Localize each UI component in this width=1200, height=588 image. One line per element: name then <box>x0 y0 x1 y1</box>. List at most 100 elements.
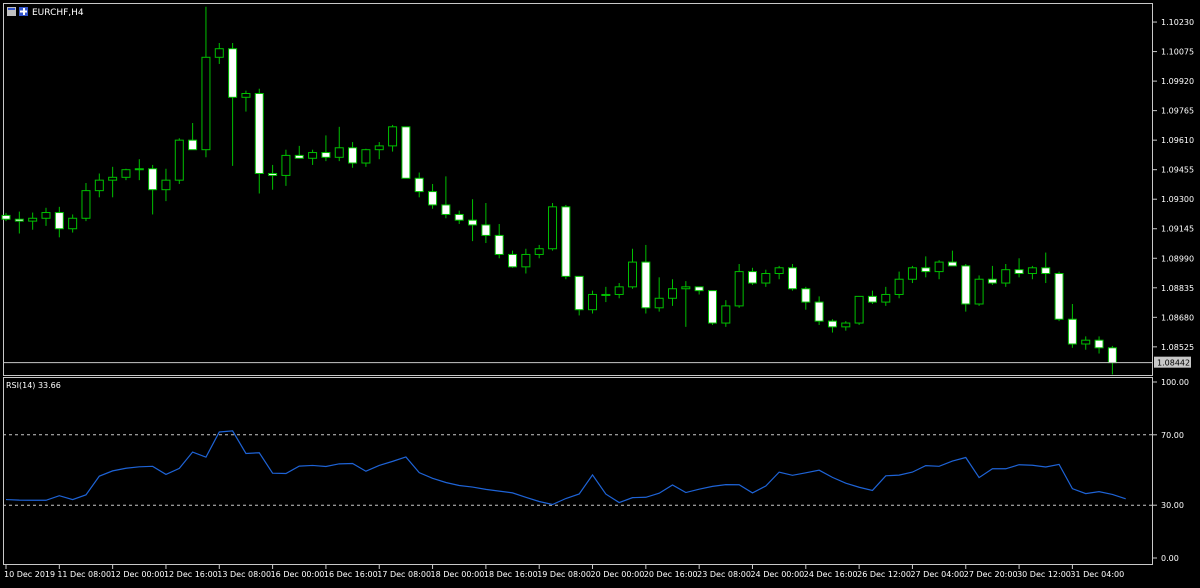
candle[interactable] <box>361 148 371 167</box>
candle[interactable] <box>188 123 198 151</box>
candle[interactable] <box>148 164 158 215</box>
candle[interactable] <box>294 145 304 159</box>
candle[interactable] <box>1067 303 1077 348</box>
candle[interactable] <box>1001 263 1011 287</box>
candle[interactable] <box>668 279 677 306</box>
candle[interactable] <box>508 250 518 268</box>
candle[interactable] <box>81 183 91 222</box>
price-tick-label: 1.08525 <box>1161 343 1194 352</box>
candle[interactable] <box>574 275 584 316</box>
candle[interactable] <box>54 206 64 238</box>
candle[interactable] <box>548 203 558 251</box>
candle[interactable] <box>254 88 264 194</box>
symbol-header[interactable]: EURCHF,H4 <box>7 7 84 18</box>
candle-body-bull <box>588 293 598 311</box>
time-tick-label: 27 Dec 04:00 <box>910 570 964 579</box>
candle[interactable] <box>1094 336 1104 354</box>
price-tick-label: 1.10230 <box>1161 18 1194 27</box>
candle[interactable] <box>987 265 997 285</box>
candle[interactable] <box>601 286 611 303</box>
candle[interactable] <box>1107 345 1117 375</box>
candle[interactable] <box>214 43 224 64</box>
candle[interactable] <box>561 204 571 280</box>
candle[interactable] <box>628 248 638 289</box>
candle[interactable] <box>1054 271 1064 322</box>
candle[interactable] <box>348 142 358 168</box>
candle[interactable] <box>494 223 504 259</box>
candle[interactable] <box>774 265 784 280</box>
candle[interactable] <box>401 126 411 179</box>
candle[interactable] <box>268 164 278 190</box>
candle[interactable] <box>228 43 238 166</box>
candle[interactable] <box>428 183 438 209</box>
candle-body-bear <box>441 204 451 215</box>
candle[interactable] <box>787 263 797 291</box>
candle[interactable] <box>134 159 144 181</box>
candle[interactable] <box>907 265 917 284</box>
candle[interactable] <box>454 210 464 224</box>
candle[interactable] <box>521 248 531 274</box>
chart-canvas[interactable]: 1.10230 1.10075 1.09920 1.09765 1.09610 1.094… <box>0 0 1200 584</box>
candle[interactable] <box>388 124 398 152</box>
candle[interactable] <box>321 135 331 162</box>
candle[interactable] <box>241 90 251 112</box>
candle[interactable] <box>921 256 931 278</box>
candle[interactable] <box>94 173 104 198</box>
candle[interactable] <box>161 168 171 202</box>
candle[interactable] <box>881 286 891 306</box>
candle[interactable] <box>68 214 78 233</box>
candle[interactable] <box>761 269 771 287</box>
candle[interactable] <box>374 142 384 160</box>
candle[interactable] <box>121 168 131 181</box>
candle[interactable] <box>681 281 691 327</box>
candle[interactable] <box>414 172 424 198</box>
candle[interactable] <box>814 296 824 325</box>
candle[interactable] <box>947 250 957 267</box>
candle[interactable] <box>481 203 491 244</box>
rsi-indicator-label[interactable]: RSI(14) 33.66 <box>6 381 61 390</box>
candle-body-bull <box>308 152 318 159</box>
candle[interactable] <box>1027 265 1037 280</box>
time-axis: 10 Dec 2019 11 Dec 08:00 12 Dec 00:00 12 De… <box>4 565 1124 579</box>
candle[interactable] <box>747 267 757 285</box>
candle[interactable] <box>41 207 51 226</box>
candle[interactable] <box>174 138 184 184</box>
candle[interactable] <box>281 149 291 186</box>
candle[interactable] <box>867 290 877 304</box>
candle[interactable] <box>721 300 731 327</box>
candle[interactable] <box>334 126 344 162</box>
candle[interactable] <box>1014 258 1024 278</box>
time-tick-label: 18 Dec 16:00 <box>484 570 538 579</box>
candle[interactable] <box>468 199 478 242</box>
time-tick-label: 24 Dec 00:00 <box>750 570 804 579</box>
candle[interactable] <box>1041 252 1051 284</box>
candle[interactable] <box>654 277 664 312</box>
candle[interactable] <box>841 321 851 331</box>
candle[interactable] <box>441 176 451 219</box>
candle[interactable] <box>961 263 971 312</box>
candle[interactable] <box>934 260 944 280</box>
candle[interactable] <box>614 283 624 299</box>
candle[interactable] <box>1081 336 1091 350</box>
candle[interactable] <box>108 166 118 198</box>
candle[interactable] <box>801 286 811 310</box>
candle[interactable] <box>588 290 598 314</box>
candle[interactable] <box>827 319 837 333</box>
candle[interactable] <box>28 212 38 230</box>
candle[interactable] <box>894 271 904 299</box>
candle[interactable] <box>641 244 651 314</box>
candle[interactable] <box>534 244 544 259</box>
candle[interactable] <box>201 6 211 158</box>
candle[interactable] <box>854 295 864 325</box>
candlestick-series <box>1 6 1117 375</box>
candle[interactable] <box>734 263 744 308</box>
time-tick-label: 13 Dec 08:00 <box>217 570 271 579</box>
candle[interactable] <box>974 275 984 306</box>
candle[interactable] <box>308 149 318 165</box>
candle[interactable] <box>707 290 717 325</box>
time-tick-label: 12 Dec 00:00 <box>111 570 165 579</box>
candle-body-bear <box>694 286 704 292</box>
candle-body-bear <box>641 261 651 309</box>
candle[interactable] <box>14 211 24 234</box>
candle[interactable] <box>694 286 704 295</box>
